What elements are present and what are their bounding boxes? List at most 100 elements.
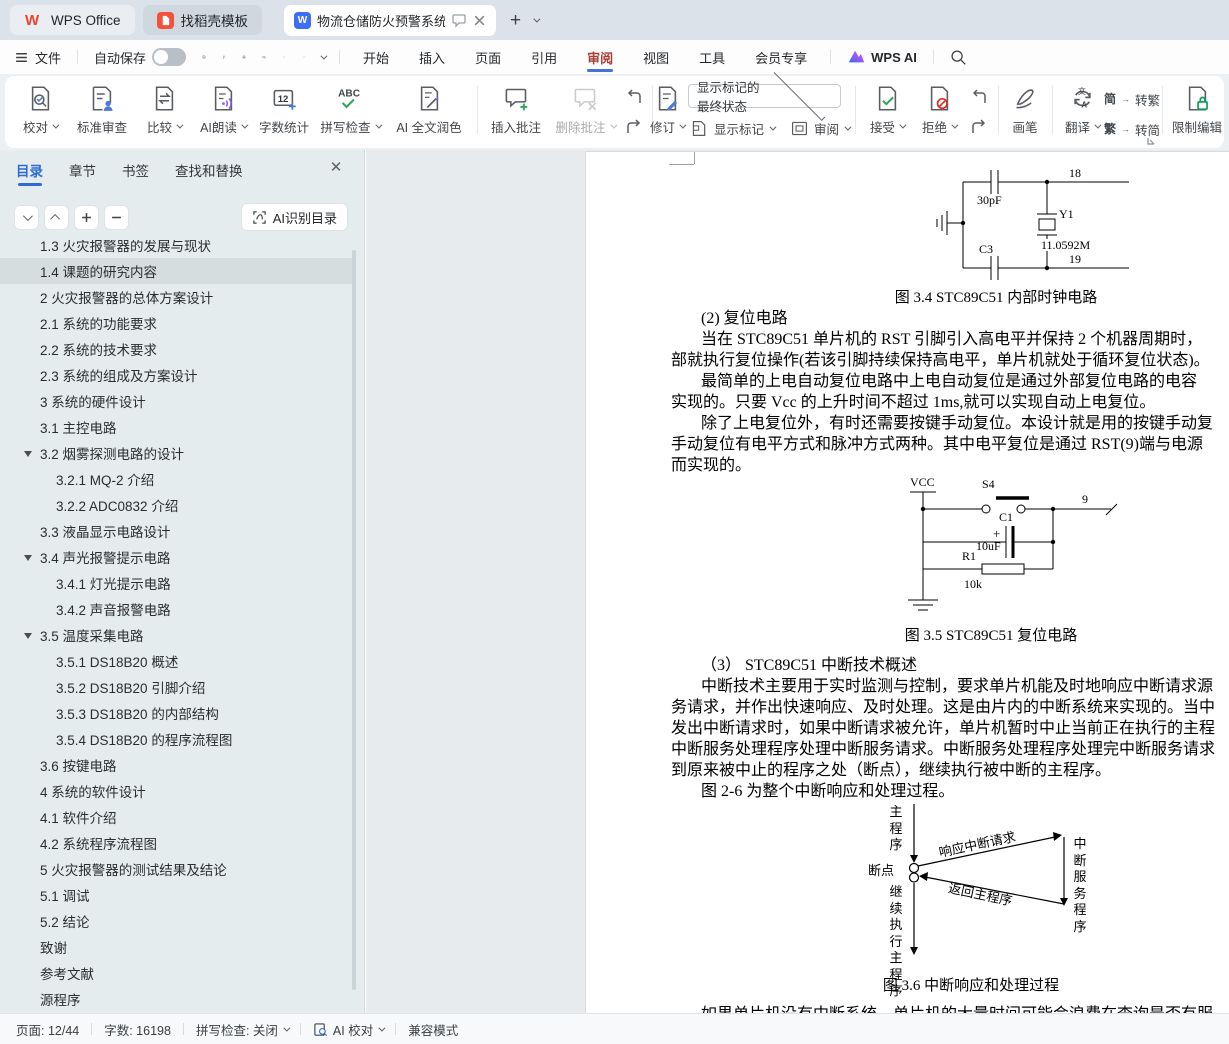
- autosave-toggle[interactable]: [152, 48, 186, 66]
- tab-document-active[interactable]: W 物流仓储防火预警系统设计 与: [284, 5, 496, 36]
- toc-item[interactable]: 2.1 系统的功能要求: [0, 310, 356, 336]
- delete-comment-button[interactable]: 删除批注: [551, 85, 619, 147]
- sidebar-tab-3[interactable]: 书签: [122, 160, 149, 184]
- menu-tab-7[interactable]: 工具: [684, 40, 740, 74]
- pen-button[interactable]: 画笔: [1000, 85, 1050, 147]
- sidebar-scrollbar[interactable]: [352, 250, 356, 990]
- ai-polish-button[interactable]: AI 全文润色: [388, 85, 470, 147]
- toc-item[interactable]: 5.1 调试: [0, 882, 356, 908]
- toc-item[interactable]: 4.2 系统程序流程图: [0, 830, 356, 856]
- dialog-launcher-icon[interactable]: [1146, 136, 1156, 146]
- toc-item[interactable]: 3 系统的硬件设计: [0, 388, 356, 414]
- toc-item[interactable]: 4 系统的软件设计: [0, 778, 356, 804]
- toc-item[interactable]: 3.5.4 DS18B20 的程序流程图: [0, 726, 356, 752]
- reject-button[interactable]: 拒绝: [914, 85, 964, 147]
- toc-item[interactable]: 3.4 声光报警提示电路: [0, 544, 356, 570]
- search-icon[interactable]: [948, 47, 968, 67]
- compatibility-mode-badge[interactable]: 兼容模式: [408, 1020, 458, 1039]
- toc-item[interactable]: 3.6 按键电路: [0, 752, 356, 778]
- toc-item[interactable]: 参考文献: [0, 960, 356, 986]
- translate-button[interactable]: 文A 翻译: [1056, 85, 1108, 147]
- ai-read-button[interactable]: AI朗读: [192, 85, 254, 147]
- toc-item[interactable]: 5 火灾报警器的测试结果及结论: [0, 856, 356, 882]
- sidebar-tab-2[interactable]: 章节: [69, 160, 96, 184]
- new-tab-button[interactable]: +: [510, 11, 521, 30]
- toc-item[interactable]: 4.1 软件介绍: [0, 804, 356, 830]
- toc-item[interactable]: 1.3 火灾报警器的发展与现状: [0, 240, 356, 258]
- menu-tab-4[interactable]: 引用: [516, 40, 572, 74]
- menu-tab-6[interactable]: 视图: [628, 40, 684, 74]
- tab-wps-office[interactable]: W WPS Office: [10, 5, 135, 35]
- toc-item[interactable]: 2 火灾报警器的总体方案设计: [0, 284, 356, 310]
- tab-list-chevron-icon[interactable]: [534, 15, 541, 22]
- toc-item[interactable]: 致谢: [0, 934, 356, 960]
- toc-item[interactable]: 3.4.1 灯光提示电路: [0, 570, 356, 596]
- compare-button[interactable]: 比较: [138, 85, 190, 147]
- next-change-button[interactable]: [968, 117, 990, 139]
- zoom-in-outline-button[interactable]: [74, 205, 99, 230]
- toc-item[interactable]: 1.4 课题的研究内容: [0, 258, 356, 284]
- wps-ai-button[interactable]: WPS AI: [839, 48, 925, 66]
- restrict-editing-button[interactable]: 限制编辑: [1168, 85, 1226, 147]
- toc-item[interactable]: 3.5.1 DS18B20 概述: [0, 648, 356, 674]
- standard-review-button[interactable]: 标准审查: [70, 85, 134, 147]
- menu-tab-1[interactable]: 开始: [348, 40, 404, 74]
- markup-state-combobox[interactable]: 显示标记的最终状态: [688, 84, 841, 108]
- export-pdf-icon[interactable]: [214, 47, 234, 67]
- word-count-button[interactable]: 12 字数统计: [254, 85, 314, 147]
- menu-tab-8[interactable]: 会员专享: [740, 40, 822, 74]
- save-icon[interactable]: [194, 47, 214, 67]
- toc-item[interactable]: 3.2.1 MQ-2 介绍: [0, 466, 356, 492]
- sidebar-tab-1[interactable]: 目录: [16, 160, 43, 184]
- toc-item[interactable]: 3.5.2 DS18B20 引脚介绍: [0, 674, 356, 700]
- toc-item[interactable]: 3.5.3 DS18B20 的内部结构: [0, 700, 356, 726]
- toc-item[interactable]: 3.2 烟雾探测电路的设计: [0, 440, 356, 466]
- menu-tab-5[interactable]: 审阅: [572, 40, 628, 74]
- spell-check-button[interactable]: ABC 拼写检查: [316, 85, 384, 147]
- sidebar-tab-4[interactable]: 查找和替换: [175, 160, 243, 184]
- page-indicator[interactable]: 页面: 12/44: [16, 1020, 79, 1039]
- accept-button[interactable]: 接受: [862, 85, 912, 147]
- insert-comment-button[interactable]: 插入批注: [485, 85, 547, 147]
- redo-icon[interactable]: [294, 47, 314, 67]
- toc-item[interactable]: 3.2.2 ADC0832 介绍: [0, 492, 356, 518]
- toc-item[interactable]: 3.4.2 声音报警电路: [0, 596, 356, 622]
- close-icon[interactable]: [473, 14, 486, 27]
- expand-arrow-icon[interactable]: [24, 555, 32, 561]
- ai-proofread-status[interactable]: AI 校对: [313, 1020, 383, 1039]
- toc-item[interactable]: 3.1 主控电路: [0, 414, 356, 440]
- print-preview-icon[interactable]: [254, 47, 274, 67]
- expand-all-button[interactable]: [44, 205, 69, 230]
- show-markup-button[interactable]: 显示标记: [690, 116, 774, 140]
- file-menu-button[interactable]: 文件: [6, 48, 69, 67]
- toc-item[interactable]: 源程序: [0, 986, 356, 1012]
- toc-item[interactable]: 3.3 液晶显示电路设计: [0, 518, 356, 544]
- print-icon[interactable]: [234, 47, 254, 67]
- word-count-indicator[interactable]: 字数: 16198: [104, 1020, 171, 1039]
- zoom-out-outline-button[interactable]: [104, 205, 129, 230]
- collapse-all-button[interactable]: [14, 205, 39, 230]
- proofread-button[interactable]: 校对: [12, 85, 68, 147]
- chat-bubble-icon[interactable]: [451, 12, 467, 28]
- spell-check-status[interactable]: 拼写检查: 关闭: [196, 1020, 288, 1039]
- tab-docer-templates[interactable]: 找稻壳模板: [143, 5, 263, 35]
- review-pane-button[interactable]: 审阅: [790, 116, 849, 140]
- menu-tab-2[interactable]: 插入: [404, 40, 460, 74]
- expand-arrow-icon[interactable]: [24, 451, 32, 457]
- toc-item[interactable]: 5.2 结论: [0, 908, 356, 934]
- toc-item[interactable]: 3.5 温度采集电路: [0, 622, 356, 648]
- autosave-control[interactable]: 自动保存: [86, 48, 194, 67]
- expand-arrow-icon[interactable]: [24, 633, 32, 639]
- toc-item[interactable]: 2.2 系统的技术要求: [0, 336, 356, 362]
- ai-recognize-outline-button[interactable]: AI识别目录: [241, 203, 348, 231]
- divider: [183, 1023, 184, 1035]
- previous-change-button[interactable]: [968, 87, 990, 109]
- document-page[interactable]: 30pF 18 Y1 11.0592M C3 19 图 3.4 STC89C51…: [585, 151, 1229, 1013]
- history-chevron-icon[interactable]: [320, 52, 327, 59]
- toc-item[interactable]: 2.3 系统的组成及方案设计: [0, 362, 356, 388]
- track-changes-button[interactable]: 修订: [640, 85, 694, 147]
- sidebar-close-icon[interactable]: ✕: [328, 160, 344, 176]
- simplified-to-traditional-button[interactable]: 简→ 转繁: [1104, 87, 1160, 111]
- menu-tab-3[interactable]: 页面: [460, 40, 516, 74]
- undo-icon[interactable]: [274, 47, 294, 67]
